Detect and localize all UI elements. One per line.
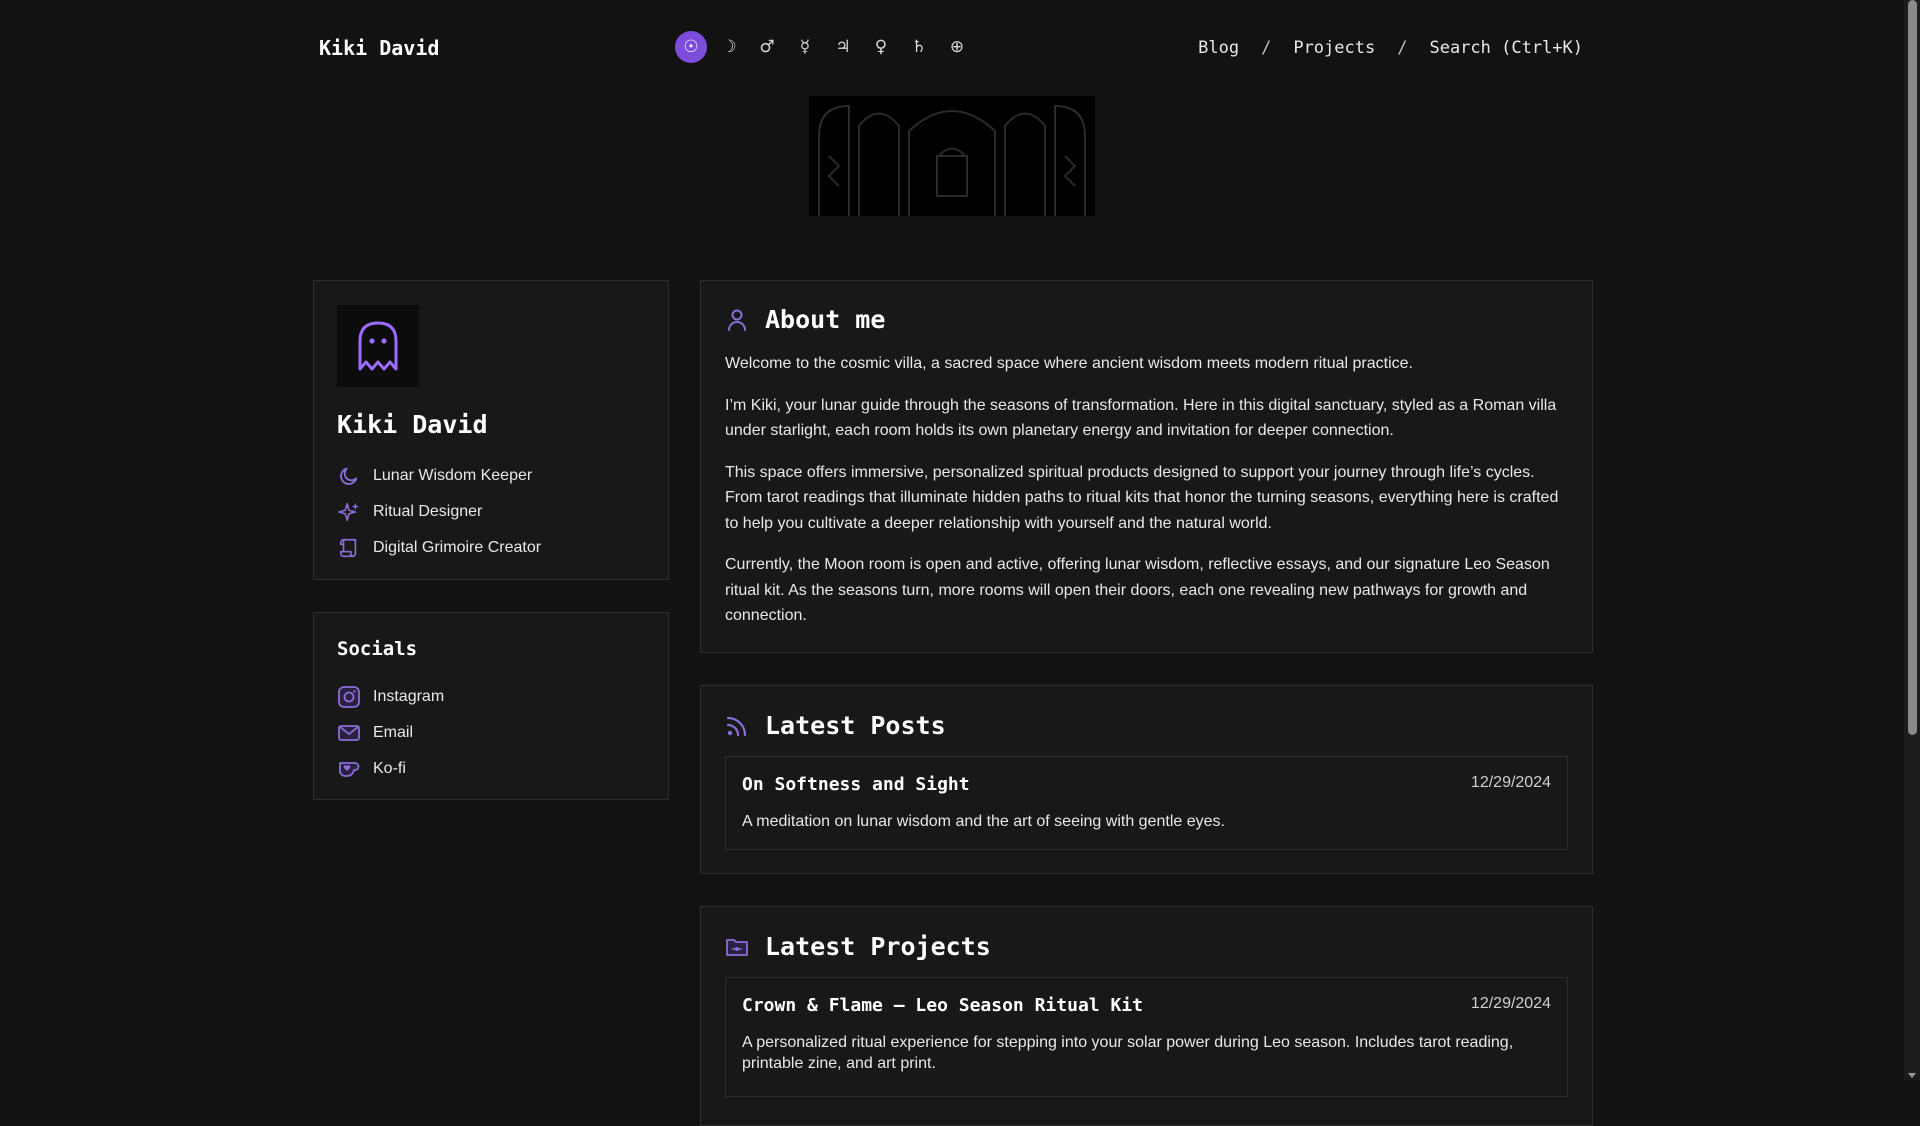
latest-projects-title: Latest Projects — [765, 932, 991, 961]
nav-separator: / — [1261, 38, 1272, 58]
role-item: Ritual Designer — [337, 494, 541, 530]
moon-icon — [337, 464, 361, 488]
villa-illustration — [818, 104, 1086, 216]
about-paragraph: Currently, the Moon room is open and act… — [725, 556, 1550, 624]
social-link-kofi[interactable]: Ko-fi — [337, 751, 444, 787]
role-label: Ritual Designer — [373, 503, 483, 520]
nav-projects-link[interactable]: Projects — [1293, 38, 1375, 58]
nav-blog-link[interactable]: Blog — [1198, 38, 1239, 58]
kofi-icon — [337, 757, 361, 781]
villa-banner-image — [809, 96, 1095, 216]
role-label: Lunar Wisdom Keeper — [373, 467, 533, 484]
socials-card: Socials Instagram Email Ko-fi — [313, 612, 669, 800]
planet-jupiter-button[interactable]: ♃ — [827, 31, 859, 63]
social-label[interactable]: Ko-fi — [373, 760, 406, 778]
planet-sun-button[interactable]: ☉ — [675, 31, 707, 63]
latest-posts-title: Latest Posts — [765, 711, 946, 740]
nav-separator: / — [1397, 38, 1408, 58]
ghost-icon — [358, 321, 398, 371]
top-nav: Blog / Projects / Search (Ctrl+K) — [1198, 38, 1583, 58]
about-header: About me — [725, 305, 885, 334]
socials-heading: Socials — [337, 638, 418, 660]
folder-icon — [725, 935, 749, 959]
socials-list: Instagram Email Ko-fi — [337, 679, 444, 787]
scroll-icon — [337, 536, 361, 560]
about-paragraph: This space offers immersive, personalize… — [725, 463, 1559, 532]
sparkles-icon — [337, 500, 361, 524]
planet-mars-button[interactable]: ♂ — [751, 31, 783, 63]
latest-projects-card: Latest Projects Crown & Flame – Leo Seas… — [700, 906, 1593, 1126]
post-description: A meditation on lunar wisdom and the art… — [742, 813, 1225, 830]
site-header: Kiki David ☉ ☽ ♂ ☿ ♃ ♀ ♄ ⊕ Blog / Projec… — [0, 0, 1904, 96]
role-item: Digital Grimoire Creator — [337, 530, 541, 566]
user-icon — [725, 308, 749, 332]
about-card: About me Welcome to the cosmic villa, a … — [700, 280, 1593, 653]
planet-selector: ☉ ☽ ♂ ☿ ♃ ♀ ♄ ⊕ — [675, 31, 973, 63]
planet-moon-button[interactable]: ☽ — [713, 31, 745, 63]
rss-icon — [725, 714, 749, 738]
social-link-email[interactable]: Email — [337, 715, 444, 751]
mail-icon — [337, 721, 361, 745]
planet-saturn-button[interactable]: ♄ — [903, 31, 935, 63]
nav-search-button[interactable]: Search (Ctrl+K) — [1429, 38, 1583, 58]
latest-posts-card: Latest Posts On Softness and Sight 12/29… — [700, 685, 1593, 874]
scrollbar-thumb[interactable] — [1908, 0, 1917, 735]
role-list: Lunar Wisdom Keeper Ritual Designer Digi… — [337, 458, 541, 566]
instagram-icon — [337, 685, 361, 709]
planet-venus-button[interactable]: ♀ — [865, 31, 897, 63]
project-description: A personalized ritual experience for ste… — [742, 1034, 1514, 1072]
role-item: Lunar Wisdom Keeper — [337, 458, 541, 494]
about-paragraph: I’m Kiki, your lunar guide through the s… — [725, 396, 1557, 440]
post-date: 12/29/2024 — [1470, 774, 1551, 791]
social-link-instagram[interactable]: Instagram — [337, 679, 444, 715]
project-title[interactable]: Crown & Flame – Leo Season Ritual Kit — [742, 995, 1143, 1016]
planet-mercury-button[interactable]: ☿ — [789, 31, 821, 63]
about-title: About me — [765, 305, 886, 334]
project-item[interactable]: Crown & Flame – Leo Season Ritual Kit 12… — [725, 977, 1568, 1097]
profile-card: Kiki David Lunar Wisdom Keeper Ritual De… — [313, 280, 669, 580]
role-label: Digital Grimoire Creator — [373, 539, 542, 556]
scroll-down-arrow[interactable] — [1908, 1073, 1916, 1078]
social-label[interactable]: Email — [373, 724, 413, 742]
planet-earth-button[interactable]: ⊕ — [941, 31, 973, 63]
post-title[interactable]: On Softness and Sight — [742, 774, 970, 795]
social-label[interactable]: Instagram — [373, 688, 444, 706]
page-scrollbar[interactable] — [1904, 0, 1920, 1080]
latest-posts-header: Latest Posts — [725, 711, 946, 740]
about-paragraph: Welcome to the cosmic villa, a sacred sp… — [725, 355, 1413, 372]
latest-projects-header: Latest Projects — [725, 932, 991, 961]
avatar — [337, 305, 419, 387]
project-date: 12/29/2024 — [1470, 995, 1551, 1012]
about-text: Welcome to the cosmic villa, a sacred sp… — [725, 351, 1570, 645]
profile-name: Kiki David — [337, 410, 488, 439]
site-title[interactable]: Kiki David — [319, 36, 439, 60]
post-item[interactable]: On Softness and Sight 12/29/2024 A medit… — [725, 756, 1568, 850]
